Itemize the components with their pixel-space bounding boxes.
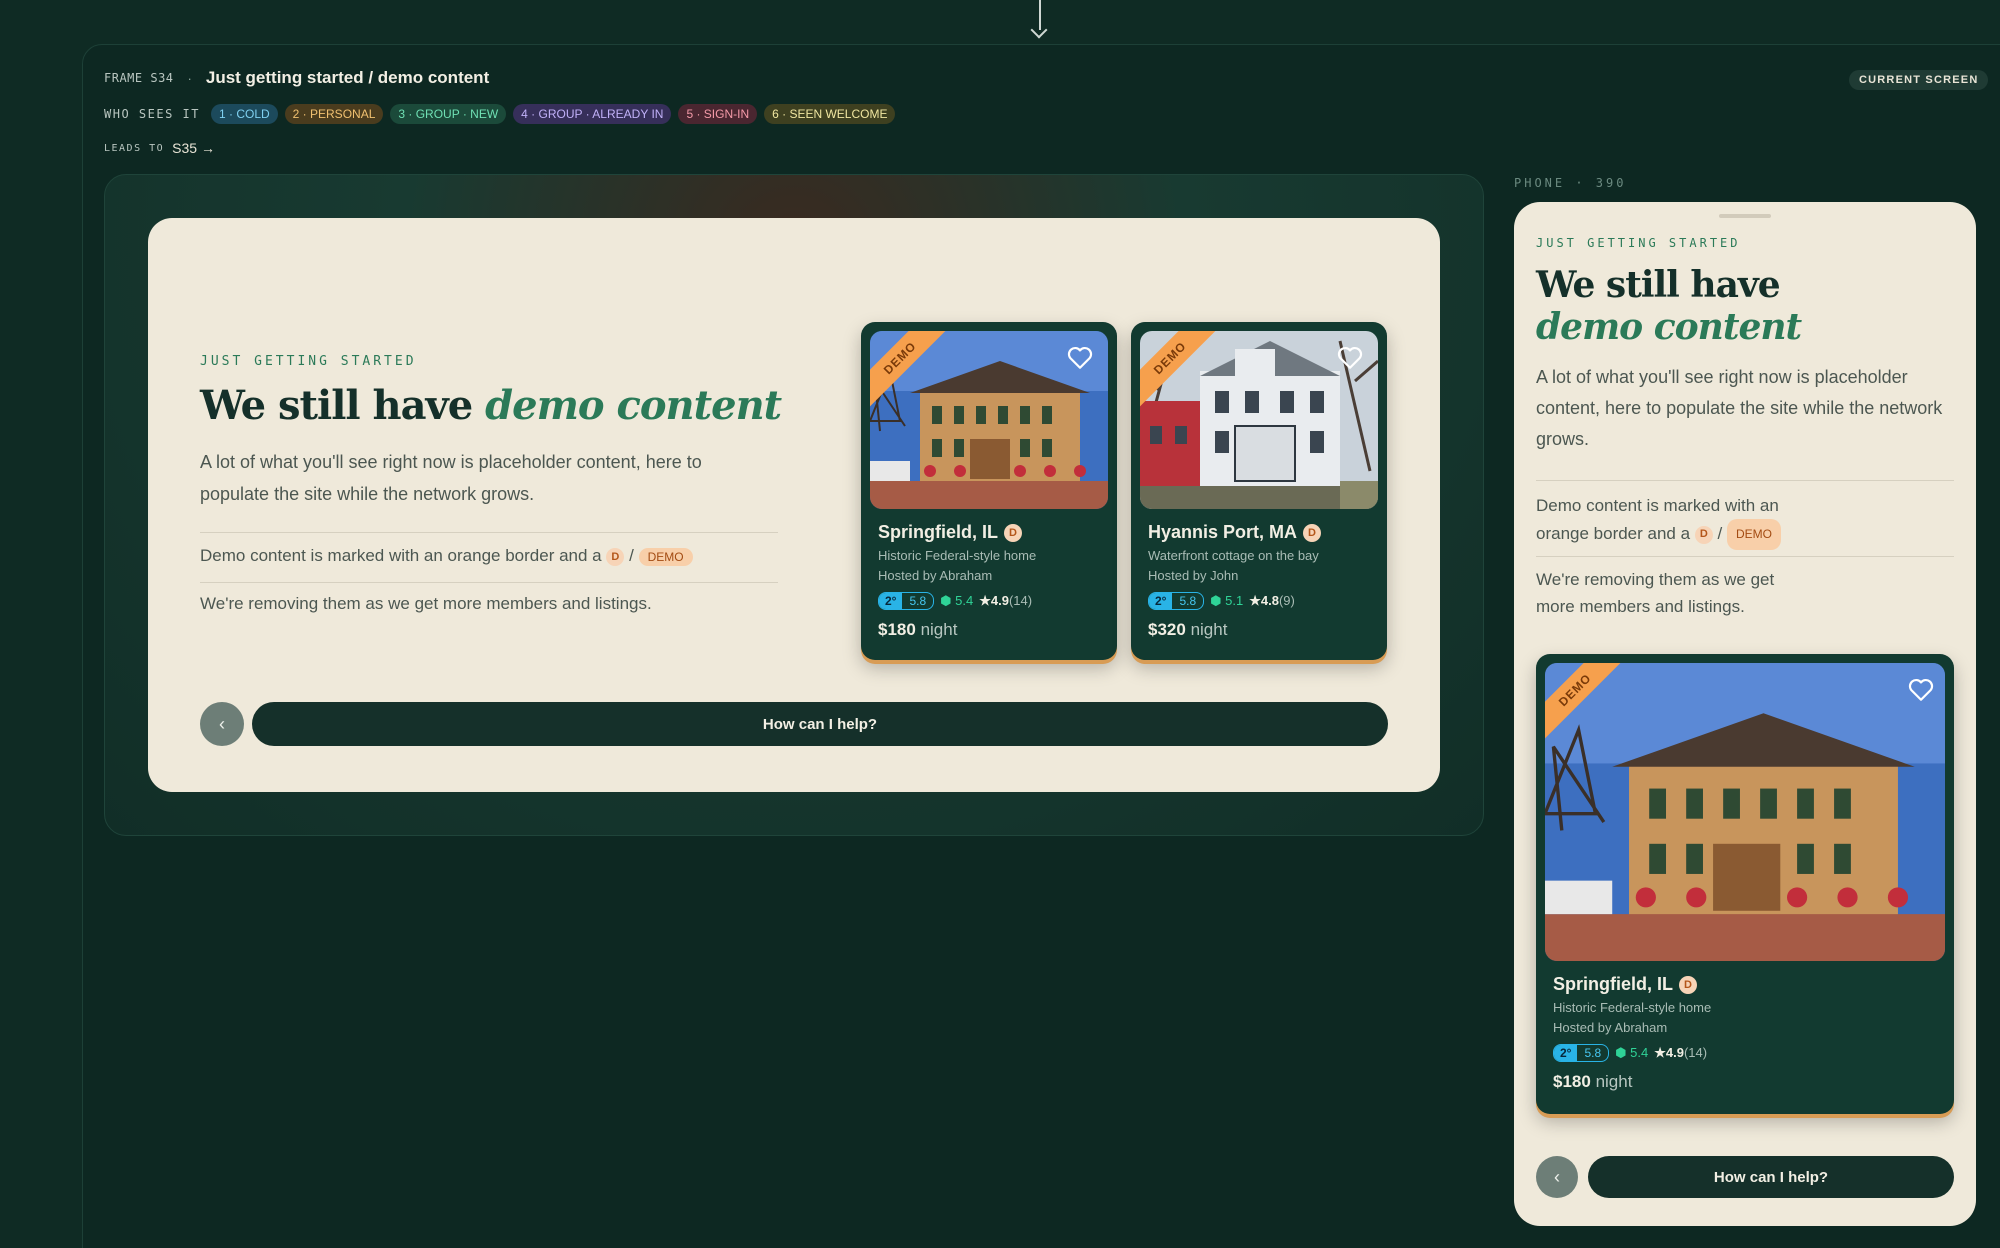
removing-text: We're removing them as we get more membe… (1536, 570, 1775, 616)
listing-description: Historic Federal-style home (1553, 1000, 1712, 1015)
listing-metrics: 2° 5.8 ⬢ 5.1 ★4.8(9) (1148, 592, 1295, 610)
listing-city: Hyannis Port, MA (1148, 522, 1298, 542)
audience-pill-sign-in: 5 · SIGN-IN (678, 104, 758, 124)
demo-marker-label: Demo content is marked with an orange bo… (200, 546, 602, 565)
slash: / (1717, 523, 1723, 543)
favorite-heart-icon[interactable] (1067, 346, 1093, 370)
trust-score-badge: 2° 5.8 (1553, 1044, 1610, 1062)
demo-d-chip: D (1679, 975, 1697, 994)
help-button[interactable]: How can I help? (252, 702, 1388, 746)
phone-label: PHONE · 390 (1514, 176, 1627, 190)
favorite-heart-icon[interactable] (1908, 678, 1934, 702)
listing-metrics: 2° 5.8 ⬢ 5.4 ★4.9(14) (878, 592, 1032, 610)
desktop-modal: JUST GETTING STARTED We still have demo … (148, 218, 1440, 792)
demo-d-chip: D (1303, 523, 1322, 542)
leads-to-link[interactable]: S35 → (172, 140, 215, 156)
audience-pill-personal: 2 · PERSONAL (284, 104, 384, 124)
who-sees-label: WHO SEES IT (104, 107, 200, 121)
frame-title: Just getting started / demo content (205, 68, 490, 87)
help-button[interactable]: How can I help? (1588, 1156, 1954, 1198)
eyebrow: JUST GETTING STARTED (200, 354, 417, 369)
demo-d-chip: D (1694, 525, 1713, 544)
listing-photo: DEMO (1545, 663, 1945, 961)
demo-d-chip: D (606, 547, 625, 566)
listing-card[interactable]: DEMO Springfield, IL D Historic Federal-… (1536, 654, 1954, 1114)
listing-price: $180 night (878, 620, 958, 639)
removing-text: We're removing them as we get more membe… (200, 594, 652, 613)
audience-pill-seen-welcome: 6 · SEEN WELCOME (764, 104, 896, 124)
audience-pill-group-already-in: 4 · GROUP · ALREADY IN (513, 104, 672, 124)
listing-title-row: Hyannis Port, MA D (1148, 522, 1322, 543)
divider (200, 582, 778, 583)
listing-description: Waterfront cottage on the bay (1148, 548, 1319, 563)
headline: We still have demo content (200, 382, 782, 429)
leads-to-label: LEADS TO (104, 142, 165, 154)
listing-card[interactable]: DEMO Springfield, IL D Historic Federal-… (861, 322, 1117, 660)
headline-plain: We still have (200, 382, 473, 429)
headline-emphasis: demo content (485, 382, 782, 429)
separator-dot: · (187, 70, 192, 86)
demo-marker-label: orange border and a (1536, 523, 1691, 543)
slash: / (629, 546, 634, 565)
listing-card[interactable]: DEMO Hyannis Port, MA D Waterfront cotta… (1131, 322, 1387, 660)
listing-title-row: Springfield, IL D (878, 522, 1022, 543)
shield-score: ⬢ 5.1 (1210, 593, 1244, 608)
current-screen-badge: CURRENT SCREEN (1849, 70, 1989, 90)
intro-text: A lot of what you'll see right now is pl… (1536, 367, 1943, 449)
back-button[interactable]: ‹ (1536, 1156, 1578, 1198)
intro-text: A lot of what you'll see right now is pl… (200, 452, 702, 504)
leads-to-row: LEADS TO S35 → (104, 140, 215, 156)
headline-emphasis: demo content (1536, 306, 1802, 348)
rating: ★4.9(14) (979, 593, 1033, 608)
audience-pill-group-new: 3 · GROUP · NEW (390, 104, 507, 124)
listing-price: $180 night (1553, 1072, 1633, 1091)
listing-city: Springfield, IL (1553, 974, 1673, 994)
listing-description: Historic Federal-style home (878, 548, 1037, 563)
listing-host: Hosted by Abraham (1553, 1020, 1668, 1035)
frame-id: FRAME S34 (104, 71, 174, 85)
headline-plain: We still have (1536, 264, 1781, 306)
rating: ★4.8(9) (1249, 593, 1295, 608)
back-button[interactable]: ‹ (200, 702, 244, 746)
listing-price: $320 night (1148, 620, 1228, 639)
favorite-heart-icon[interactable] (1337, 346, 1363, 370)
demo-d-chip: D (1004, 523, 1022, 542)
trust-score-badge: 2° 5.8 (878, 592, 935, 610)
headline: We still have demo content (1536, 264, 1802, 348)
audience-pill-cold: 1 · COLD (210, 104, 278, 124)
audience-row: WHO SEES IT 1 · COLD 2 · PERSONAL 3 · GR… (104, 104, 896, 124)
demo-chip: DEMO (1727, 519, 1781, 550)
eyebrow: JUST GETTING STARTED (1536, 236, 1741, 250)
phone-preview: JUST GETTING STARTED We still have demo … (1514, 202, 1976, 1226)
divider (200, 532, 778, 533)
divider (1536, 556, 1954, 557)
demo-marker-label: Demo content is marked with an (1536, 496, 1779, 515)
demo-chip: DEMO (638, 547, 693, 566)
frame-header: FRAME S34 · Just getting started / demo … (104, 68, 489, 88)
listing-title-row: Springfield, IL D (1553, 974, 1697, 995)
demo-marker-text: Demo content is marked with an orange bo… (1536, 492, 1781, 550)
flow-arrow-icon (1030, 0, 1048, 39)
listing-host: Hosted by Abraham (878, 568, 993, 583)
rating: ★4.9(14) (1654, 1045, 1708, 1060)
shield-score: ⬢ 5.4 (1615, 1045, 1649, 1060)
shield-score: ⬢ 5.4 (940, 593, 974, 608)
listing-host: Hosted by John (1148, 568, 1239, 583)
divider (1536, 480, 1954, 481)
listing-metrics: 2° 5.8 ⬢ 5.4 ★4.9(14) (1553, 1044, 1707, 1062)
listing-city: Springfield, IL (878, 522, 998, 542)
trust-score-badge: 2° 5.8 (1148, 592, 1205, 610)
demo-marker-text: Demo content is marked with an orange bo… (200, 546, 693, 566)
sheet-grabber[interactable] (1719, 214, 1771, 218)
